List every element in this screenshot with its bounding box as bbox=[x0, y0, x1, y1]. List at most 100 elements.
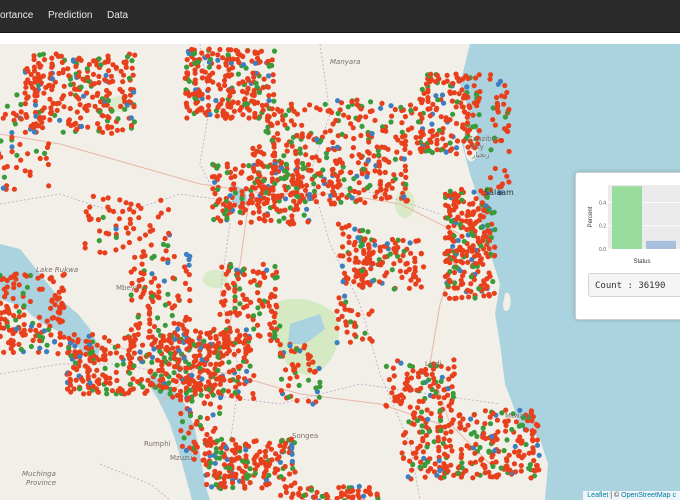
waterpoint-marker[interactable] bbox=[16, 282, 22, 288]
waterpoint-marker[interactable] bbox=[166, 361, 172, 367]
waterpoint-marker[interactable] bbox=[281, 444, 287, 450]
waterpoint-marker[interactable] bbox=[467, 104, 473, 111]
waterpoint-marker[interactable] bbox=[308, 487, 315, 493]
waterpoint-marker[interactable] bbox=[11, 186, 17, 192]
waterpoint-marker[interactable] bbox=[94, 92, 100, 98]
waterpoint-marker[interactable] bbox=[340, 231, 346, 237]
waterpoint-marker[interactable] bbox=[181, 355, 187, 361]
waterpoint-marker[interactable] bbox=[234, 336, 240, 342]
waterpoint-marker[interactable] bbox=[157, 377, 163, 383]
waterpoint-marker[interactable] bbox=[206, 386, 212, 392]
waterpoint-marker[interactable] bbox=[160, 333, 166, 339]
waterpoint-marker[interactable] bbox=[57, 342, 64, 348]
waterpoint-marker[interactable] bbox=[382, 254, 388, 260]
waterpoint-marker[interactable] bbox=[262, 218, 268, 224]
waterpoint-marker[interactable] bbox=[349, 488, 355, 494]
waterpoint-marker[interactable] bbox=[277, 323, 283, 329]
waterpoint-marker[interactable] bbox=[355, 259, 362, 265]
waterpoint-marker[interactable] bbox=[480, 214, 487, 220]
waterpoint-marker[interactable] bbox=[322, 129, 328, 135]
waterpoint-marker[interactable] bbox=[436, 127, 442, 133]
waterpoint-marker[interactable] bbox=[330, 139, 336, 145]
waterpoint-marker[interactable] bbox=[209, 371, 215, 378]
waterpoint-marker[interactable] bbox=[28, 123, 34, 129]
waterpoint-marker[interactable] bbox=[81, 93, 87, 99]
waterpoint-marker[interactable] bbox=[388, 119, 394, 125]
waterpoint-marker[interactable] bbox=[407, 458, 413, 464]
waterpoint-marker[interactable] bbox=[355, 235, 361, 241]
waterpoint-marker[interactable] bbox=[72, 360, 79, 366]
waterpoint-marker[interactable] bbox=[229, 100, 235, 106]
waterpoint-marker[interactable] bbox=[231, 108, 237, 114]
waterpoint-marker[interactable] bbox=[123, 200, 129, 206]
waterpoint-marker[interactable] bbox=[195, 59, 201, 65]
waterpoint-marker[interactable] bbox=[240, 458, 246, 464]
waterpoint-marker[interactable] bbox=[244, 303, 250, 309]
waterpoint-marker[interactable] bbox=[472, 260, 478, 267]
waterpoint-marker[interactable] bbox=[432, 461, 438, 467]
waterpoint-marker[interactable] bbox=[489, 210, 495, 216]
waterpoint-marker[interactable] bbox=[427, 137, 433, 143]
waterpoint-marker[interactable] bbox=[299, 134, 305, 140]
waterpoint-marker[interactable] bbox=[351, 242, 357, 248]
waterpoint-marker[interactable] bbox=[77, 102, 83, 108]
waterpoint-marker[interactable] bbox=[73, 120, 79, 126]
waterpoint-marker[interactable] bbox=[415, 405, 421, 411]
waterpoint-marker[interactable] bbox=[244, 378, 250, 384]
waterpoint-marker[interactable] bbox=[438, 417, 444, 424]
waterpoint-marker[interactable] bbox=[256, 144, 262, 150]
waterpoint-marker[interactable] bbox=[449, 98, 455, 104]
waterpoint-marker[interactable] bbox=[266, 93, 272, 99]
waterpoint-marker[interactable] bbox=[33, 121, 39, 127]
waterpoint-marker[interactable] bbox=[165, 243, 171, 249]
waterpoint-marker[interactable] bbox=[162, 322, 168, 328]
waterpoint-marker[interactable] bbox=[256, 89, 262, 95]
waterpoint-marker[interactable] bbox=[468, 416, 474, 422]
waterpoint-marker[interactable] bbox=[128, 360, 134, 366]
waterpoint-marker[interactable] bbox=[211, 349, 217, 356]
waterpoint-marker[interactable] bbox=[252, 114, 258, 120]
waterpoint-marker[interactable] bbox=[114, 377, 120, 384]
waterpoint-marker[interactable] bbox=[49, 315, 55, 321]
waterpoint-marker[interactable] bbox=[517, 422, 524, 428]
waterpoint-marker[interactable] bbox=[434, 72, 440, 78]
waterpoint-marker[interactable] bbox=[261, 201, 267, 207]
waterpoint-marker[interactable] bbox=[217, 311, 223, 317]
waterpoint-marker[interactable] bbox=[215, 367, 221, 373]
waterpoint-marker[interactable] bbox=[267, 461, 273, 467]
waterpoint-marker[interactable] bbox=[280, 117, 286, 123]
waterpoint-marker[interactable] bbox=[380, 127, 386, 134]
waterpoint-marker[interactable] bbox=[20, 290, 26, 296]
waterpoint-marker[interactable] bbox=[457, 221, 463, 228]
waterpoint-marker[interactable] bbox=[244, 475, 250, 481]
waterpoint-marker[interactable] bbox=[205, 103, 212, 109]
waterpoint-marker[interactable] bbox=[402, 380, 408, 387]
waterpoint-marker[interactable] bbox=[73, 366, 79, 372]
waterpoint-marker[interactable] bbox=[171, 253, 177, 260]
waterpoint-marker[interactable] bbox=[526, 465, 532, 471]
waterpoint-marker[interactable] bbox=[419, 86, 425, 92]
waterpoint-marker[interactable] bbox=[48, 305, 54, 311]
waterpoint-marker[interactable] bbox=[147, 328, 153, 334]
waterpoint-marker[interactable] bbox=[220, 388, 226, 394]
waterpoint-marker[interactable] bbox=[429, 121, 435, 127]
waterpoint-marker[interactable] bbox=[87, 356, 93, 362]
waterpoint-marker[interactable] bbox=[114, 127, 120, 133]
waterpoint-marker[interactable] bbox=[418, 251, 424, 257]
waterpoint-marker[interactable] bbox=[404, 197, 410, 203]
waterpoint-marker[interactable] bbox=[255, 202, 261, 208]
waterpoint-marker[interactable] bbox=[296, 492, 302, 498]
waterpoint-marker[interactable] bbox=[399, 274, 405, 280]
waterpoint-marker[interactable] bbox=[197, 369, 203, 375]
waterpoint-marker[interactable] bbox=[155, 315, 161, 321]
waterpoint-marker[interactable] bbox=[272, 329, 278, 335]
waterpoint-marker[interactable] bbox=[397, 268, 403, 274]
waterpoint-marker[interactable] bbox=[506, 148, 512, 155]
waterpoint-marker[interactable] bbox=[269, 308, 275, 315]
waterpoint-marker[interactable] bbox=[498, 465, 504, 471]
waterpoint-marker[interactable] bbox=[212, 472, 218, 478]
waterpoint-marker[interactable] bbox=[367, 282, 373, 288]
waterpoint-marker[interactable] bbox=[13, 112, 19, 118]
waterpoint-marker[interactable] bbox=[272, 199, 278, 205]
waterpoint-marker[interactable] bbox=[288, 139, 294, 145]
